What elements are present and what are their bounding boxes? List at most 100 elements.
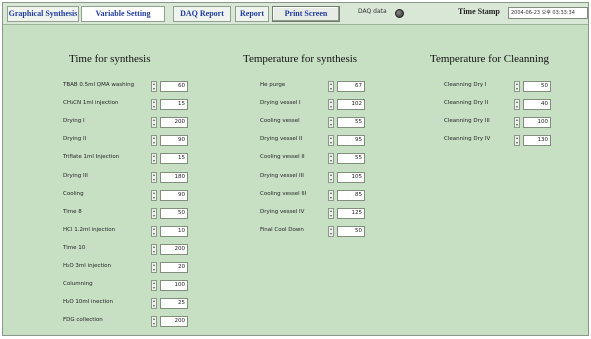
cleaning-setting-value-field[interactable]: 50: [523, 81, 551, 92]
temperature-setting-value-field[interactable]: 55: [337, 153, 365, 165]
variable-setting-window: Graphical Synthesis Variable Setting DAQ…: [2, 2, 589, 336]
temperature-section-title: Temperature for synthesis: [243, 53, 358, 65]
temperature-setting-label: Cooling vessel II: [260, 154, 305, 161]
spinner-arrows-icon[interactable]: [151, 135, 157, 147]
spinner-arrows-icon[interactable]: [151, 298, 157, 310]
spinner-arrows-icon[interactable]: [151, 99, 157, 111]
tab-daq-report[interactable]: DAQ Report: [173, 6, 231, 22]
time-setting-row: Drying I 200: [63, 117, 188, 129]
spinner-arrows-icon[interactable]: [328, 135, 334, 147]
spinner-arrows-icon[interactable]: [514, 117, 520, 129]
spinner-arrows-icon[interactable]: [151, 262, 157, 273]
cleaning-setting-label: Cleanning Dry I: [444, 82, 487, 88]
time-setting-label: Cooling: [63, 190, 84, 197]
time-setting-value-field[interactable]: 200: [160, 243, 188, 255]
temperature-setting-row: Drying vessel III 105: [260, 171, 365, 184]
time-setting-value-field[interactable]: 100: [160, 280, 188, 292]
time-setting-row: Drying III 180: [63, 171, 188, 184]
temperature-setting-value-field[interactable]: 85: [337, 189, 365, 201]
time-setting-row: Time 8 50: [63, 207, 188, 220]
cleaning-section-title: Temperature for Cleanning: [430, 53, 549, 65]
temperature-setting-label: Drying vessel I: [260, 100, 301, 107]
spinner-arrows-icon[interactable]: [328, 189, 334, 201]
spinner-arrows-icon[interactable]: [151, 207, 157, 219]
top-toolbar: Graphical Synthesis Variable Setting DAQ…: [3, 3, 588, 25]
temperature-setting-row: Drying vessel II 95: [260, 135, 365, 147]
spinner-arrows-icon[interactable]: [151, 117, 157, 129]
temperature-setting-value-field[interactable]: 50: [337, 225, 365, 237]
temperature-setting-value-field[interactable]: 67: [337, 81, 365, 92]
time-setting-value-field[interactable]: 200: [160, 117, 188, 129]
spinner-arrows-icon[interactable]: [328, 117, 334, 129]
time-setting-row: Drying II 90: [63, 135, 188, 147]
spinner-arrows-icon[interactable]: [151, 225, 157, 237]
time-stamp-label: Time Stamp: [458, 7, 500, 16]
spinner-arrows-icon[interactable]: [328, 153, 334, 165]
temperature-setting-value-field[interactable]: 105: [337, 171, 365, 183]
cleaning-setting-value-field[interactable]: 130: [523, 135, 551, 147]
time-setting-label: CH₃CN 1ml injection: [63, 100, 119, 107]
spinner-arrows-icon[interactable]: [514, 81, 520, 92]
time-setting-value-field[interactable]: 15: [160, 153, 188, 165]
cleaning-setting-label: Cleanning Dry III: [444, 118, 490, 125]
spinner-arrows-icon[interactable]: [151, 280, 157, 292]
time-setting-value-field[interactable]: 25: [160, 298, 188, 310]
time-setting-value-field[interactable]: 90: [160, 189, 188, 201]
time-setting-value-field[interactable]: 20: [160, 262, 188, 273]
temperature-setting-row: Final Cool Down 50: [260, 225, 365, 238]
spinner-arrows-icon[interactable]: [328, 207, 334, 219]
temperature-setting-row: Cooling vessel 55: [260, 117, 365, 129]
spinner-arrows-icon[interactable]: [514, 135, 520, 147]
spinner-arrows-icon[interactable]: [328, 81, 334, 92]
tab-variable-setting[interactable]: Variable Setting: [81, 6, 165, 22]
time-section-title: Time for synthesis: [69, 53, 151, 65]
cleaning-setting-value-field[interactable]: 40: [523, 99, 551, 111]
time-setting-label: Drying III: [63, 172, 88, 179]
spinner-arrows-icon[interactable]: [151, 171, 157, 183]
daq-status-led-icon: [395, 9, 404, 18]
time-setting-value-field[interactable]: 60: [160, 81, 188, 92]
spinner-arrows-icon[interactable]: [328, 171, 334, 183]
time-setting-value-field[interactable]: 15: [160, 99, 188, 111]
temperature-setting-row: Cooling vessel II 55: [260, 153, 365, 165]
cleaning-setting-value-field[interactable]: 100: [523, 117, 551, 129]
temperature-setting-row: Drying vessel I 102: [260, 99, 365, 111]
spinner-arrows-icon[interactable]: [328, 99, 334, 111]
spinner-arrows-icon[interactable]: [151, 81, 157, 92]
time-setting-label: HCl 1.2ml injection: [63, 226, 116, 233]
temperature-setting-value-field[interactable]: 125: [337, 207, 365, 219]
time-setting-label: Triflate 1ml Injection: [63, 154, 120, 161]
temperature-setting-label: He purge: [260, 82, 286, 88]
time-setting-value-field[interactable]: 10: [160, 225, 188, 237]
time-setting-row: Time 10 200: [63, 243, 188, 256]
print-screen-button[interactable]: Print Screen: [272, 6, 340, 22]
time-setting-row: Cooling 90: [63, 189, 188, 202]
tab-graphical-synthesis[interactable]: Graphical Synthesis: [7, 6, 79, 22]
spinner-arrows-icon[interactable]: [151, 189, 157, 201]
time-setting-label: Time 10: [63, 244, 86, 251]
temperature-setting-label: Cooling vessel: [260, 118, 300, 125]
temperature-setting-label: Final Cool Down: [260, 226, 304, 233]
spinner-arrows-icon[interactable]: [328, 225, 334, 237]
temperature-setting-value-field[interactable]: 95: [337, 135, 365, 147]
temperature-setting-row: Cooling vessel III 85: [260, 189, 365, 202]
tab-report[interactable]: Report: [235, 6, 269, 22]
time-setting-label: H₂O 3ml injection: [63, 263, 112, 269]
temperature-setting-value-field[interactable]: 55: [337, 117, 365, 129]
cleaning-setting-label: Cleanning Dry IV: [444, 136, 491, 143]
time-setting-row: FDG collection 200: [63, 316, 188, 328]
temperature-setting-label: Drying vessel III: [260, 172, 304, 179]
temperature-setting-value-field[interactable]: 102: [337, 99, 365, 111]
time-setting-row: H₂O 3ml injection 20: [63, 262, 188, 274]
time-setting-label: Time 8: [63, 208, 82, 215]
time-setting-value-field[interactable]: 200: [160, 316, 188, 328]
spinner-arrows-icon[interactable]: [151, 316, 157, 328]
cleaning-setting-row: Cleanning Dry I 50: [444, 81, 551, 93]
time-setting-value-field[interactable]: 50: [160, 207, 188, 219]
time-setting-row: TBAB 0.5ml QMA washing 60: [63, 81, 188, 93]
spinner-arrows-icon[interactable]: [151, 243, 157, 255]
spinner-arrows-icon[interactable]: [514, 99, 520, 111]
time-setting-value-field[interactable]: 90: [160, 135, 188, 147]
spinner-arrows-icon[interactable]: [151, 153, 157, 165]
time-setting-value-field[interactable]: 180: [160, 171, 188, 183]
